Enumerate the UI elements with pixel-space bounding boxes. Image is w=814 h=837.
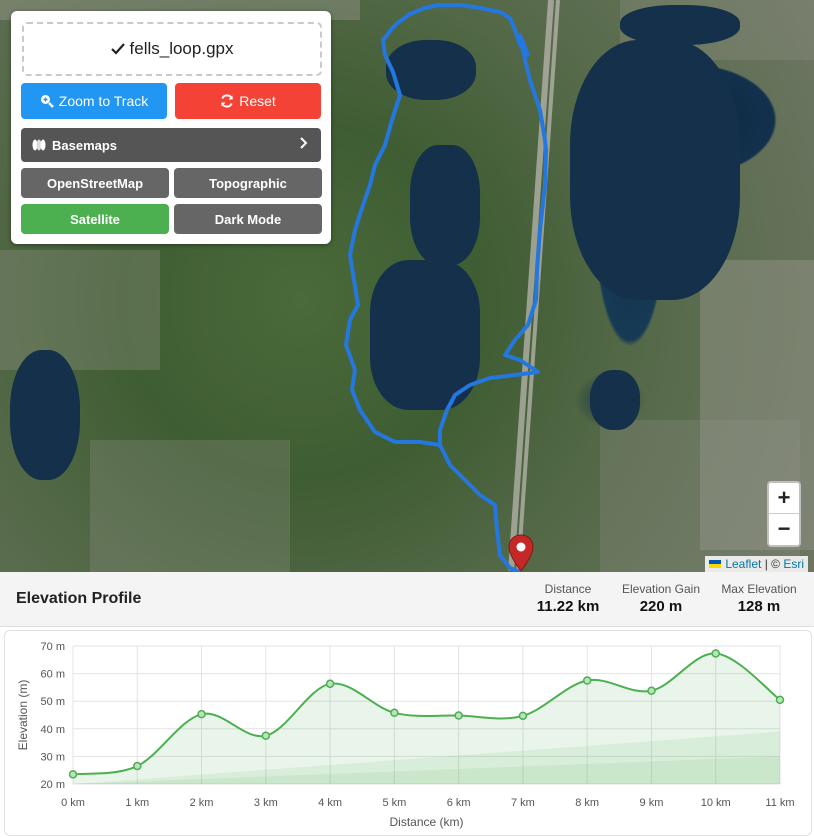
stat-label: Max Elevation — [721, 582, 797, 596]
x-tick-label: 4 km — [318, 797, 342, 809]
marker-pin — [508, 534, 534, 572]
y-tick-label: 40 m — [41, 724, 65, 736]
data-point — [390, 708, 399, 718]
map-attribution: Leaflet | © Esri — [705, 556, 808, 572]
layers-icon — [31, 138, 47, 152]
elevation-title: Elevation Profile — [16, 590, 142, 607]
data-point — [647, 686, 656, 695]
basemaps-label: Basemaps — [52, 137, 118, 153]
elevation-header: Elevation Profile Distance 11.22 km Elev… — [0, 572, 814, 627]
y-tick-label: 20 m — [41, 779, 65, 791]
esri-link[interactable]: Esri — [783, 557, 804, 571]
stat-label: Elevation Gain — [621, 582, 701, 596]
x-tick-label: 2 km — [190, 797, 214, 809]
y-tick-label: 50 m — [41, 696, 65, 708]
basemap-topographic-button[interactable]: Topographic — [174, 168, 322, 198]
x-tick-label: 5 km — [382, 797, 406, 809]
stat-label: Distance — [544, 582, 592, 596]
y-tick-label: 70 m — [41, 641, 65, 653]
check-icon — [110, 42, 125, 56]
data-point — [197, 709, 206, 719]
data-point — [775, 695, 785, 705]
x-tick-label: 10 km — [701, 797, 731, 809]
y-axis-label: Elevation (m) — [16, 680, 30, 751]
stat-value: 128 m — [737, 598, 781, 615]
y-tick-label: 30 m — [41, 751, 65, 763]
data-point — [68, 770, 78, 779]
stat-distance: Distance 11.22 km — [528, 582, 608, 615]
basemap-satellite-button[interactable]: Satellite — [21, 204, 169, 234]
x-tick-label: 3 km — [254, 797, 278, 809]
data-point — [261, 731, 271, 740]
stat-value: 220 m — [639, 598, 683, 615]
control-panel: fells_loop.gpx Zoom to Track Reset Basem… — [11, 11, 331, 244]
reset-button[interactable]: Reset — [175, 83, 321, 119]
zoom-out-button[interactable]: − — [769, 514, 799, 544]
file-drop-zone[interactable]: fells_loop.gpx — [22, 22, 322, 76]
x-tick-label: 11 km — [765, 797, 794, 809]
zoom-control: + − — [767, 481, 801, 547]
y-tick-label: 60 m — [41, 669, 65, 681]
zoom-in-button[interactable]: + — [769, 483, 799, 514]
data-point — [133, 761, 142, 771]
ukraine-flag-icon — [709, 560, 722, 568]
leaflet-link[interactable]: Leaflet — [725, 557, 761, 571]
attribution-separator: | © — [761, 557, 784, 571]
zoom-to-track-button[interactable]: Zoom to Track — [21, 83, 167, 119]
zoom-to-track-label: Zoom to Track — [58, 93, 149, 109]
stat-elevation-gain: Elevation Gain 220 m — [618, 582, 704, 615]
reset-label: Reset — [239, 93, 276, 109]
data-point — [454, 711, 463, 720]
basemap-dark-mode-button[interactable]: Dark Mode — [174, 204, 322, 234]
data-point — [582, 676, 592, 685]
x-tick-label: 7 km — [511, 797, 535, 809]
search-plus-icon — [40, 94, 54, 108]
x-tick-label: 1 km — [125, 797, 149, 809]
elevation-chart[interactable]: 20 m 30 m 40 m 50 m 60 m 70 m 0 km 1 km 2 km 3 km… — [0, 630, 814, 837]
location-marker-icon[interactable] — [508, 534, 534, 577]
file-name: fells_loop.gpx — [129, 39, 234, 58]
basemaps-toggle[interactable]: Basemaps — [21, 128, 321, 162]
x-tick-label: 0 km — [61, 797, 85, 809]
stat-value: 11.22 km — [536, 598, 600, 615]
refresh-icon — [220, 94, 234, 108]
track-line — [344, 3, 548, 447]
x-axis-label: Distance (km) — [389, 815, 463, 829]
x-tick-label: 9 km — [640, 797, 664, 809]
x-tick-label: 8 km — [575, 797, 599, 809]
stat-max-elevation: Max Elevation 128 m — [714, 582, 804, 615]
x-tick-label: 6 km — [447, 797, 471, 809]
data-point — [518, 711, 528, 721]
data-point — [711, 649, 720, 658]
chevron-right-icon — [299, 136, 309, 153]
basemap-openstreetmap-button[interactable]: OpenStreetMap — [21, 168, 169, 198]
data-point — [325, 679, 335, 689]
